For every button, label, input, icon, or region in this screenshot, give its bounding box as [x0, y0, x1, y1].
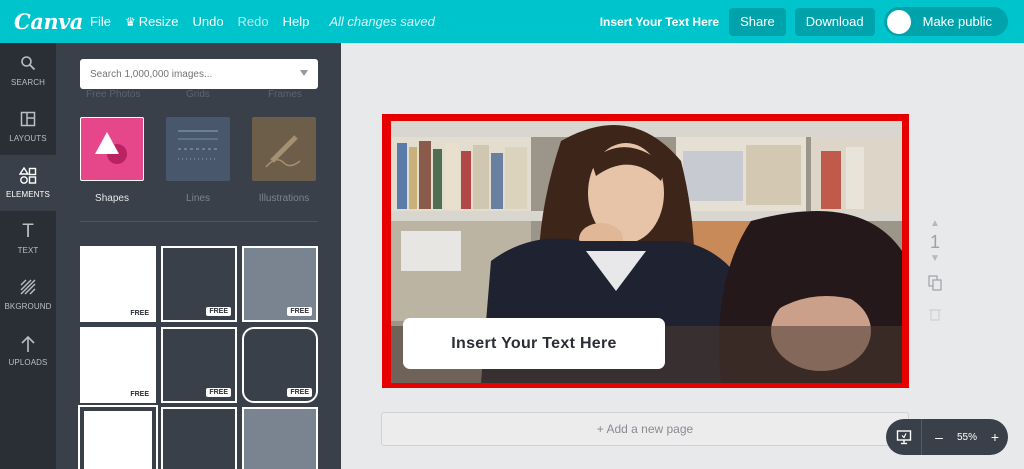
save-status: All changes saved: [329, 14, 435, 29]
rail-item-layouts[interactable]: LAYOUTS: [0, 99, 56, 155]
rail-label-search: SEARCH: [11, 78, 45, 87]
zoom-in-button[interactable]: +: [984, 429, 1006, 445]
file-menu[interactable]: File: [90, 14, 111, 29]
category-frames[interactable]: Frames: [268, 89, 302, 100]
copy-page-icon[interactable]: [925, 275, 945, 299]
arrow-up-icon[interactable]: ▲: [925, 218, 945, 232]
zoom-level: 55%: [956, 431, 977, 443]
rail-item-background[interactable]: BKGROUND: [0, 267, 56, 323]
free-badge: FREE: [287, 388, 312, 397]
free-badge: FREE: [127, 309, 152, 318]
page-number: 1: [929, 232, 940, 252]
upload-arrow-icon: [20, 335, 36, 355]
zoom-control: – 55% +: [886, 419, 1008, 455]
rail-label-uploads: UPLOADS: [8, 358, 48, 367]
layouts-icon: [20, 111, 36, 131]
category-label: Illustrations: [258, 193, 310, 204]
redo-button[interactable]: Redo: [238, 14, 269, 29]
shapes-thumbnail: [80, 117, 144, 181]
rail-item-uploads[interactable]: UPLOADS: [0, 323, 56, 379]
canva-logo[interactable]: Canva: [14, 9, 83, 34]
page-side-tools: ▲ 1 ▼: [925, 218, 945, 326]
resize-menu[interactable]: ♛ Resize: [125, 14, 179, 29]
category-free-photos[interactable]: Free Photos: [86, 89, 140, 100]
top-bar: Canva File ♛ Resize Undo Redo Help All ch…: [0, 0, 1024, 43]
lines-thumbnail: [166, 117, 230, 181]
free-badge: FREE: [206, 388, 231, 397]
trash-icon[interactable]: [925, 307, 945, 326]
free-badge: FREE: [206, 307, 231, 316]
rail-item-search[interactable]: SEARCH: [0, 43, 56, 99]
free-badge: FREE: [127, 390, 152, 399]
category-illustrations[interactable]: Illustrations: [252, 117, 316, 204]
toggle-knob: [886, 9, 911, 34]
category-grids[interactable]: Grids: [186, 89, 210, 100]
panel-divider: [80, 221, 318, 222]
zoom-out-button[interactable]: –: [928, 429, 950, 445]
rail-item-elements[interactable]: ELEMENTS: [0, 155, 56, 211]
chevron-down-icon[interactable]: [300, 70, 308, 76]
present-icon[interactable]: [886, 419, 922, 455]
illustrations-thumbnail: [252, 117, 316, 181]
document-title[interactable]: Insert Your Text Here: [600, 15, 719, 29]
free-badge: FREE: [287, 307, 312, 316]
arrow-down-icon[interactable]: ▼: [925, 253, 945, 275]
shape-white-square[interactable]: FREE: [80, 246, 156, 322]
shape-dark-square-outlined[interactable]: FREE: [161, 246, 237, 322]
shape-dark-square-2[interactable]: FREE: [161, 327, 237, 403]
canvas-text-box[interactable]: Insert Your Text Here: [403, 318, 665, 369]
help-menu[interactable]: Help: [283, 14, 310, 29]
shape-gray-frame[interactable]: [242, 407, 318, 469]
share-button[interactable]: Share: [729, 7, 786, 36]
category-label: Shapes: [95, 193, 129, 204]
shape-white-square-2[interactable]: FREE: [80, 327, 156, 403]
shape-white-frame[interactable]: [78, 405, 158, 469]
make-public-label: Make public: [922, 14, 992, 29]
background-icon: [20, 279, 36, 299]
make-public-toggle[interactable]: Make public: [883, 7, 1008, 36]
crown-icon: ♛: [124, 15, 136, 29]
elements-panel: Free Photos Grids Frames Shapes Lines: [56, 43, 341, 469]
category-label: Lines: [186, 193, 210, 204]
image-search[interactable]: [80, 59, 318, 89]
rail-label-layouts: LAYOUTS: [9, 134, 47, 143]
faded-category-row: Free Photos Grids Frames: [56, 89, 341, 101]
shape-rounded-square[interactable]: FREE: [242, 327, 318, 403]
shape-gray-square[interactable]: FREE: [242, 246, 318, 322]
category-lines[interactable]: Lines: [166, 117, 230, 204]
top-right-actions: Insert Your Text Here Share Download Mak…: [600, 0, 1024, 43]
rail-label-text: TEXT: [17, 246, 39, 255]
undo-button[interactable]: Undo: [192, 14, 223, 29]
rail-item-text[interactable]: T TEXT: [0, 211, 56, 267]
add-new-page-button[interactable]: + Add a new page: [381, 412, 909, 446]
search-icon: [20, 55, 36, 75]
text-icon: T: [22, 221, 34, 242]
download-button[interactable]: Download: [794, 7, 875, 36]
left-icon-rail: SEARCH LAYOUTS ELEMENTS T TEXT BKGROUND …: [0, 43, 56, 469]
category-shapes[interactable]: Shapes: [80, 117, 144, 204]
rail-label-elements: ELEMENTS: [6, 190, 50, 199]
search-input[interactable]: [90, 68, 290, 80]
rail-label-background: BKGROUND: [4, 302, 52, 311]
resize-label: Resize: [138, 14, 179, 29]
shape-dark-frame[interactable]: [161, 407, 237, 469]
elements-icon: [18, 166, 37, 187]
